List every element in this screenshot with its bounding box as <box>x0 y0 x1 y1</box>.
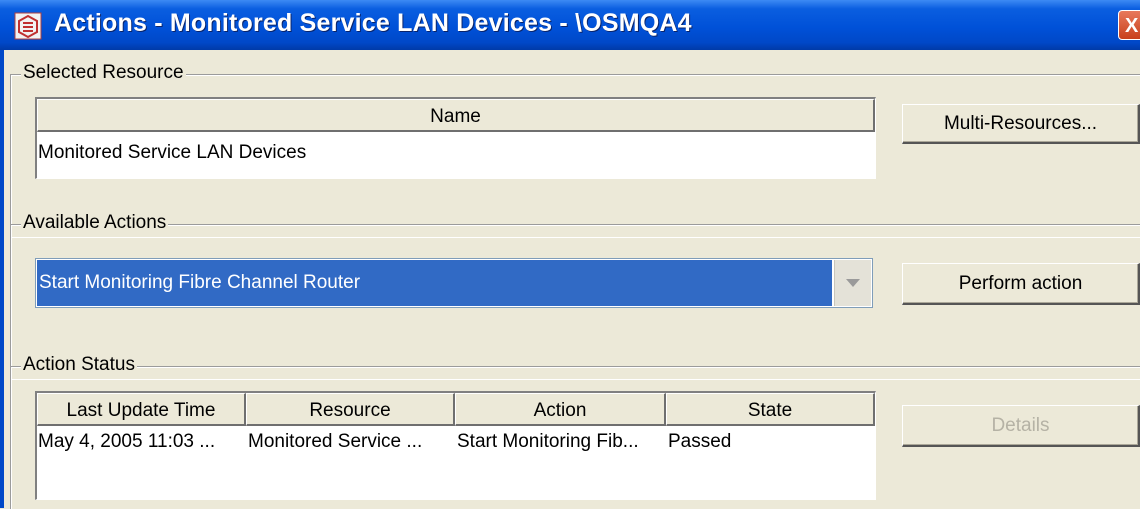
action-select[interactable]: Start Monitoring Fibre Channel Router <box>35 258 873 308</box>
selected-resource-table[interactable]: Name Monitored Service LAN Devices <box>35 97 876 179</box>
column-header-state[interactable]: State <box>666 393 875 426</box>
details-button[interactable]: Details <box>902 405 1140 447</box>
dropdown-arrow-button[interactable] <box>834 260 871 306</box>
column-header-resource[interactable]: Resource <box>246 393 455 426</box>
action-select-value: Start Monitoring Fibre Channel Router <box>37 260 832 306</box>
chevron-down-icon <box>846 279 860 287</box>
multi-resources-button[interactable]: Multi-Resources... <box>902 104 1140 144</box>
available-actions-group: Available Actions Start Monitoring Fibre… <box>10 212 1140 380</box>
dialog-client-area: Selected Resource Name Monitored Service… <box>4 50 1140 509</box>
selected-resource-group-title: Selected Resource <box>21 62 186 84</box>
cell-last-update-time: May 4, 2005 11:03 ... <box>38 431 216 452</box>
table-row[interactable]: May 4, 2005 11:03 ... Monitored Service … <box>37 429 875 457</box>
app-icon <box>14 12 42 40</box>
cell-action: Start Monitoring Fib... <box>457 431 639 452</box>
column-header-name[interactable]: Name <box>37 99 875 132</box>
perform-action-button[interactable]: Perform action <box>902 263 1140 305</box>
action-status-table[interactable]: Last Update Time Resource Action State M… <box>35 391 876 500</box>
available-actions-group-title: Available Actions <box>21 212 169 234</box>
table-header: Name <box>37 99 875 132</box>
column-header-action[interactable]: Action <box>455 393 666 426</box>
table-cell-name[interactable]: Monitored Service LAN Devices <box>38 142 868 164</box>
action-status-group-title: Action Status <box>21 354 137 376</box>
title-bar[interactable]: Actions - Monitored Service LAN Devices … <box>0 0 1140 50</box>
action-status-group: Action Status Last Update Time Resource … <box>10 354 1140 509</box>
column-header-last-update-time[interactable]: Last Update Time <box>37 393 246 426</box>
cell-resource: Monitored Service ... <box>248 431 423 452</box>
table-header: Last Update Time Resource Action State <box>37 393 875 426</box>
selected-resource-group: Selected Resource Name Monitored Service… <box>10 62 1140 238</box>
cell-state: Passed <box>668 431 732 452</box>
close-button[interactable]: X <box>1118 10 1140 40</box>
window-title: Actions - Monitored Service LAN Devices … <box>54 9 692 37</box>
